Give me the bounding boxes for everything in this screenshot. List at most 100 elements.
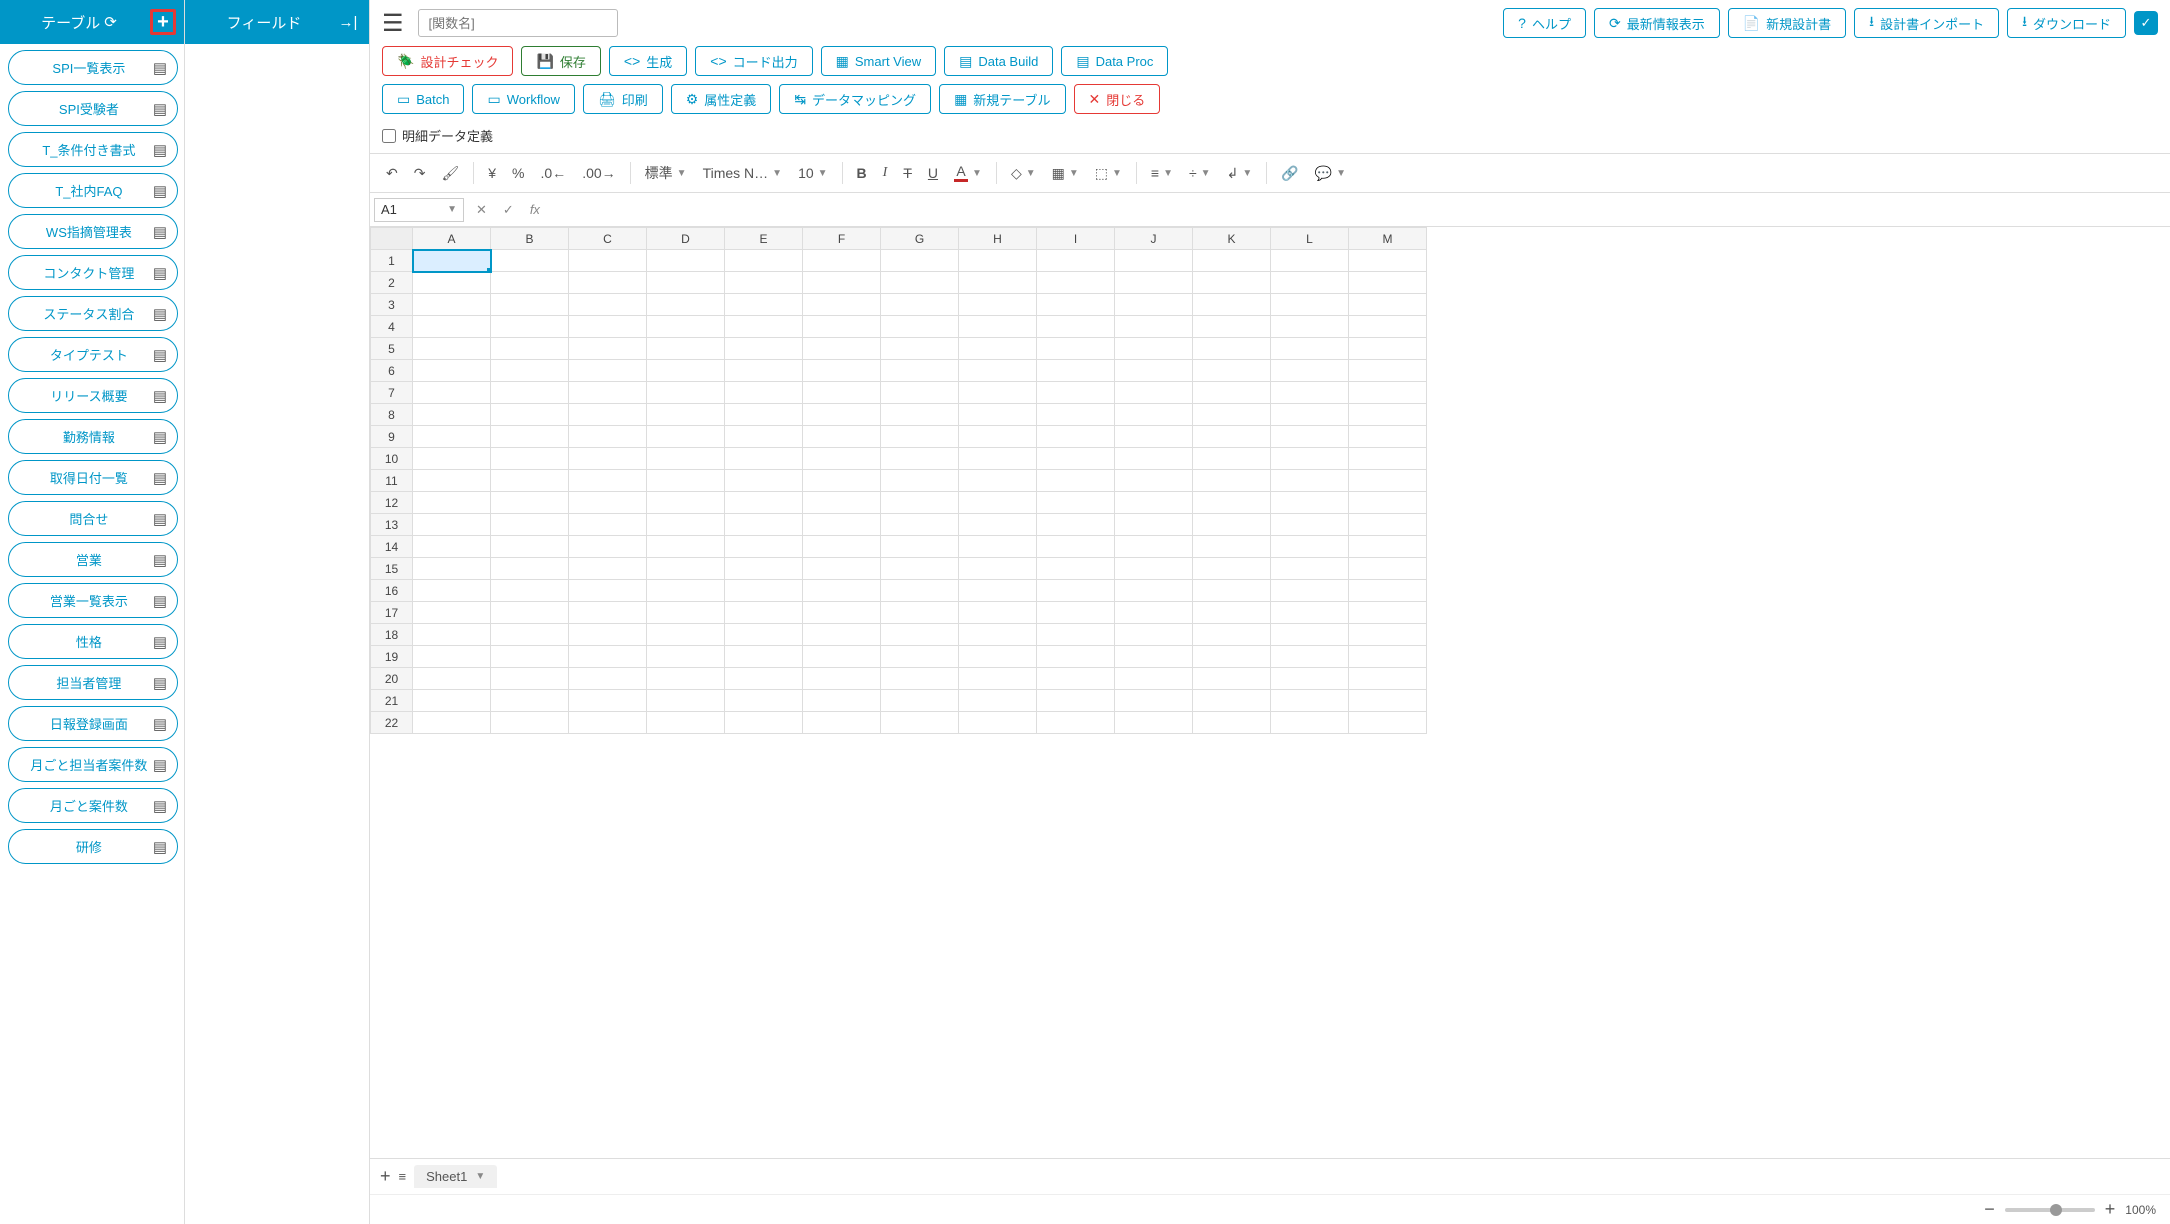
cell[interactable] [1349,448,1427,470]
cell[interactable] [569,250,647,272]
cell[interactable] [725,558,803,580]
cell[interactable] [1193,624,1271,646]
link-button[interactable]: 🔗 [1275,161,1304,186]
cell[interactable] [647,272,725,294]
cell[interactable] [1115,448,1193,470]
cell[interactable] [1115,712,1193,734]
cell[interactable] [647,580,725,602]
cell[interactable] [491,514,569,536]
cell[interactable] [413,360,491,382]
cell[interactable] [1349,294,1427,316]
column-header[interactable]: E [725,228,803,250]
cell[interactable] [1193,294,1271,316]
cell[interactable] [491,690,569,712]
refresh-icon[interactable]: ⟳ [104,13,117,31]
cell[interactable] [569,382,647,404]
zoom-slider[interactable] [2005,1208,2095,1212]
cell[interactable] [881,536,959,558]
sidebar-item[interactable]: 問合せ▤ [8,501,178,536]
sidebar-item[interactable]: T_条件付き書式▤ [8,132,178,167]
cell[interactable] [569,558,647,580]
cell[interactable] [959,316,1037,338]
cell[interactable] [1349,668,1427,690]
cell[interactable] [569,690,647,712]
cell[interactable] [803,536,881,558]
cell[interactable] [1349,536,1427,558]
cell[interactable] [725,514,803,536]
cell[interactable] [569,404,647,426]
cell[interactable] [725,426,803,448]
cell[interactable] [881,514,959,536]
cell[interactable] [1349,602,1427,624]
cell[interactable] [647,426,725,448]
cell[interactable] [1115,690,1193,712]
cell[interactable] [647,250,725,272]
cell[interactable] [881,646,959,668]
cell[interactable] [1193,690,1271,712]
sidebar-item[interactable]: コンタクト管理▤ [8,255,178,290]
cell[interactable] [1193,360,1271,382]
align-h-button[interactable]: ≡▼ [1145,161,1179,185]
row-header[interactable]: 20 [371,668,413,690]
cell[interactable] [1271,382,1349,404]
cell[interactable] [1037,602,1115,624]
cell[interactable] [1271,338,1349,360]
cell[interactable] [725,338,803,360]
cell[interactable] [1037,536,1115,558]
cell[interactable] [1349,272,1427,294]
cell[interactable] [647,470,725,492]
cell[interactable] [491,492,569,514]
increase-decimal-button[interactable]: .0← [535,161,573,185]
cell[interactable] [1349,426,1427,448]
cancel-formula-button[interactable]: ✕ [472,202,491,218]
sidebar-item[interactable]: SPI一覧表示▤ [8,50,178,85]
cell[interactable] [1193,668,1271,690]
cell[interactable] [803,272,881,294]
cell[interactable] [1193,712,1271,734]
data-proc-button[interactable]: ▤Data Proc [1061,46,1168,76]
underline-button[interactable]: U [922,161,944,185]
cell[interactable] [1115,294,1193,316]
sidebar-item[interactable]: 日報登録画面▤ [8,706,178,741]
cell[interactable] [881,580,959,602]
cell[interactable] [959,404,1037,426]
cell[interactable] [491,536,569,558]
sidebar-item[interactable]: 研修▤ [8,829,178,864]
cell[interactable] [413,316,491,338]
cell[interactable] [725,668,803,690]
sheet-list-button[interactable]: ≡ [399,1169,407,1184]
cell[interactable] [803,250,881,272]
cell[interactable] [569,602,647,624]
cell[interactable] [1271,558,1349,580]
cell[interactable] [881,272,959,294]
accept-formula-button[interactable]: ✓ [499,202,518,218]
cell[interactable] [647,448,725,470]
cell[interactable] [881,492,959,514]
cell[interactable] [1037,712,1115,734]
select-all-corner[interactable] [371,228,413,250]
cell[interactable] [1349,360,1427,382]
cell[interactable] [491,382,569,404]
sidebar-item[interactable]: タイプテスト▤ [8,337,178,372]
cell[interactable] [569,272,647,294]
cell[interactable] [413,536,491,558]
row-header[interactable]: 13 [371,514,413,536]
sheet-tab[interactable]: Sheet1▼ [414,1165,497,1188]
cell[interactable] [725,492,803,514]
sidebar-item[interactable]: 営業一覧表示▤ [8,583,178,618]
cell[interactable] [881,690,959,712]
cell[interactable] [803,668,881,690]
smart-view-button[interactable]: ▦Smart View [821,46,936,76]
cell[interactable] [803,624,881,646]
add-table-button[interactable]: + [150,9,176,35]
column-header[interactable]: C [569,228,647,250]
row-header[interactable]: 21 [371,690,413,712]
cell[interactable] [569,536,647,558]
cell[interactable] [413,426,491,448]
cell[interactable] [1115,360,1193,382]
cell[interactable] [1037,492,1115,514]
generate-button[interactable]: <>生成 [609,46,687,76]
cell[interactable] [1193,448,1271,470]
new-table-button[interactable]: ▦新規テーブル [939,84,1065,114]
cell[interactable] [803,470,881,492]
